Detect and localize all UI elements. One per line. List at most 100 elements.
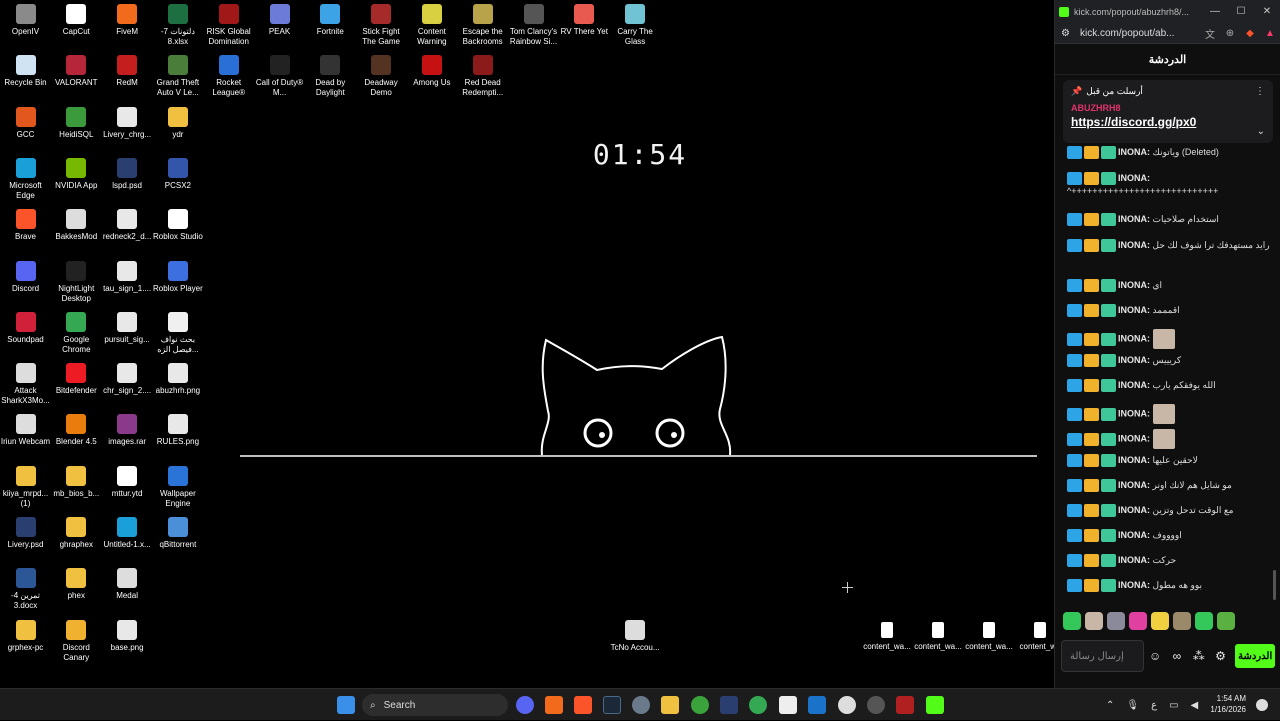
vip-crown-icon[interactable]	[1084, 279, 1099, 293]
quick-emote-icon[interactable]	[1173, 612, 1191, 630]
desktop-icon[interactable]: بحث نواف فيصل الزه...	[152, 308, 203, 358]
photoshop-taskbar-icon[interactable]	[720, 696, 738, 714]
desktop-icon[interactable]: phex	[51, 564, 102, 614]
chevron-down-icon[interactable]: ⌄	[1257, 126, 1265, 137]
outlook-taskbar-icon[interactable]	[808, 696, 826, 714]
desktop-icon[interactable]: Medal	[102, 564, 153, 614]
desktop-icon[interactable]: Among Us	[406, 51, 457, 101]
moderator-badge-icon[interactable]	[1067, 379, 1082, 393]
desktop-icon[interactable]: PCSX2	[152, 154, 203, 204]
desktop-icon[interactable]: Untitled-1.x...	[102, 513, 153, 563]
desktop-icon[interactable]: ydr	[152, 103, 203, 153]
discord-taskbar-icon[interactable]	[516, 696, 534, 714]
desktop-icon[interactable]: Rocket League®	[203, 51, 254, 101]
chat-username[interactable]: INONA:	[1118, 580, 1150, 590]
chat-scrollbar[interactable]	[1273, 570, 1276, 600]
vip-crown-icon[interactable]	[1084, 529, 1099, 543]
desktop-icon[interactable]: NVIDIA App	[51, 154, 102, 204]
quick-emote-icon[interactable]	[1129, 612, 1147, 630]
brave-shield-icon[interactable]: ◆	[1240, 28, 1260, 39]
vip-crown-icon[interactable]	[1084, 479, 1099, 493]
vip-crown-icon[interactable]	[1084, 454, 1099, 468]
desktop-icon[interactable]: Stick Fight The Game	[356, 0, 407, 50]
network-icon[interactable]: ▭	[1169, 700, 1178, 711]
chat-username[interactable]: INONA:	[1118, 380, 1150, 390]
steam-taskbar-icon[interactable]	[603, 696, 621, 714]
chat-username[interactable]: INONA:	[1118, 333, 1150, 343]
quick-emote-icon[interactable]	[1085, 612, 1103, 630]
chat-send-button[interactable]: الدردشة	[1235, 644, 1275, 668]
vip-crown-icon[interactable]	[1084, 304, 1099, 318]
moderator-badge-icon[interactable]	[1067, 172, 1082, 186]
desktop-icon[interactable]: redneck2_d...	[102, 205, 153, 255]
chat-username[interactable]: INONA:	[1118, 214, 1150, 224]
vip-crown-icon[interactable]	[1084, 504, 1099, 518]
chat-username[interactable]: INONA:	[1118, 455, 1150, 465]
url-field[interactable]: kick.com/popout/ab...	[1070, 28, 1200, 39]
maximize-button[interactable]: ☐	[1228, 6, 1254, 17]
chat-username[interactable]: INONA:	[1118, 530, 1150, 540]
desktop-icon[interactable]: Grand Theft Auto V Le...	[152, 51, 203, 101]
subscriber-badge-icon[interactable]	[1101, 379, 1116, 393]
vip-crown-icon[interactable]	[1084, 379, 1099, 393]
desktop-icon[interactable]: lspd.psd	[102, 154, 153, 204]
desktop-icon[interactable]: Discord	[0, 257, 51, 307]
desktop-icon[interactable]: Roblox Studio	[152, 205, 203, 255]
start-windows-icon[interactable]	[337, 696, 355, 714]
subscriber-badge-icon[interactable]	[1101, 579, 1116, 593]
chat-username[interactable]: INONA:	[1118, 240, 1150, 250]
desktop-icon[interactable]: PEAK	[254, 0, 305, 50]
desktop-icon[interactable]: CapCut	[51, 0, 102, 50]
moderator-badge-icon[interactable]	[1067, 407, 1082, 421]
vip-crown-icon[interactable]	[1084, 332, 1099, 346]
subscriber-badge-icon[interactable]	[1101, 172, 1116, 186]
site-settings-icon[interactable]: ⚙	[1061, 28, 1070, 39]
subscriber-badge-icon[interactable]	[1101, 554, 1116, 568]
subscriber-badge-icon[interactable]	[1101, 454, 1116, 468]
desktop-icon[interactable]: Roblox Player	[152, 257, 203, 307]
desktop-icon[interactable]: NightLight Desktop	[51, 257, 102, 307]
infinity-icon[interactable]: ∞	[1166, 649, 1188, 663]
obs-taskbar-icon[interactable]	[838, 696, 856, 714]
desktop-icon[interactable]: tau_sign_1....	[102, 257, 153, 307]
desktop-icon[interactable]: Deadway Demo	[356, 51, 407, 101]
chrome-taskbar-icon[interactable]	[749, 696, 767, 714]
chat-username[interactable]: INONA:	[1118, 480, 1150, 490]
quick-emote-icon[interactable]	[1063, 612, 1081, 630]
subscriber-badge-icon[interactable]	[1101, 432, 1116, 446]
desktop-icon[interactable]: qBittorrent	[152, 513, 203, 563]
vip-crown-icon[interactable]	[1084, 146, 1099, 160]
desktop-icon[interactable]: grphex-pc	[0, 616, 51, 666]
desktop-icon[interactable]: ghraphex	[51, 513, 102, 563]
settings-taskbar-icon[interactable]	[632, 696, 650, 714]
desktop-icon[interactable]: Attack SharkX3Mo...	[0, 359, 51, 409]
desktop-icon[interactable]: Livery.psd	[0, 513, 51, 563]
desktop-icon[interactable]: mttur.ytd	[102, 462, 153, 512]
moderator-badge-icon[interactable]	[1067, 239, 1082, 253]
taskbar-clock[interactable]: 1:54 AM 1/16/2026	[1206, 693, 1246, 715]
desktop-icon[interactable]: VALORANT	[51, 51, 102, 101]
desktop-icon[interactable]: Soundpad	[0, 308, 51, 358]
desktop-icon[interactable]: RV There Yet	[559, 0, 610, 50]
desktop-icon[interactable]: Microsoft Edge	[0, 154, 51, 204]
subscriber-badge-icon[interactable]	[1101, 479, 1116, 493]
desktop-icon[interactable]: Fortnite	[305, 0, 356, 50]
moderator-badge-icon[interactable]	[1067, 479, 1082, 493]
pinned-link[interactable]: https://discord.gg/px0	[1071, 115, 1265, 129]
vip-crown-icon[interactable]	[1084, 579, 1099, 593]
desktop-icon[interactable]: pursuit_sig...	[102, 308, 153, 358]
tray-chevron-up-icon[interactable]: ⌃	[1106, 700, 1114, 711]
desktop-icon[interactable]: Bitdefender	[51, 359, 102, 409]
desktop-icon[interactable]: Red Dead Redempti...	[457, 51, 508, 101]
desktop-icon[interactable]: Brave	[0, 205, 51, 255]
moderator-badge-icon[interactable]	[1067, 279, 1082, 293]
desktop-icon[interactable]: chr_sign_2....	[102, 359, 153, 409]
desktop-icon[interactable]: abuzhrh.png	[152, 359, 203, 409]
desktop-icon[interactable]: HeidiSQL	[51, 103, 102, 153]
emote-picker-icon[interactable]: ⁂	[1188, 649, 1210, 663]
chat-username[interactable]: INONA:	[1118, 408, 1150, 418]
desktop-icon[interactable]: Escape the Backrooms	[457, 0, 508, 50]
language-indicator[interactable]: ع	[1151, 700, 1157, 711]
rewards-icon[interactable]: ▲	[1260, 28, 1280, 39]
chat-username[interactable]: INONA:	[1118, 505, 1150, 515]
